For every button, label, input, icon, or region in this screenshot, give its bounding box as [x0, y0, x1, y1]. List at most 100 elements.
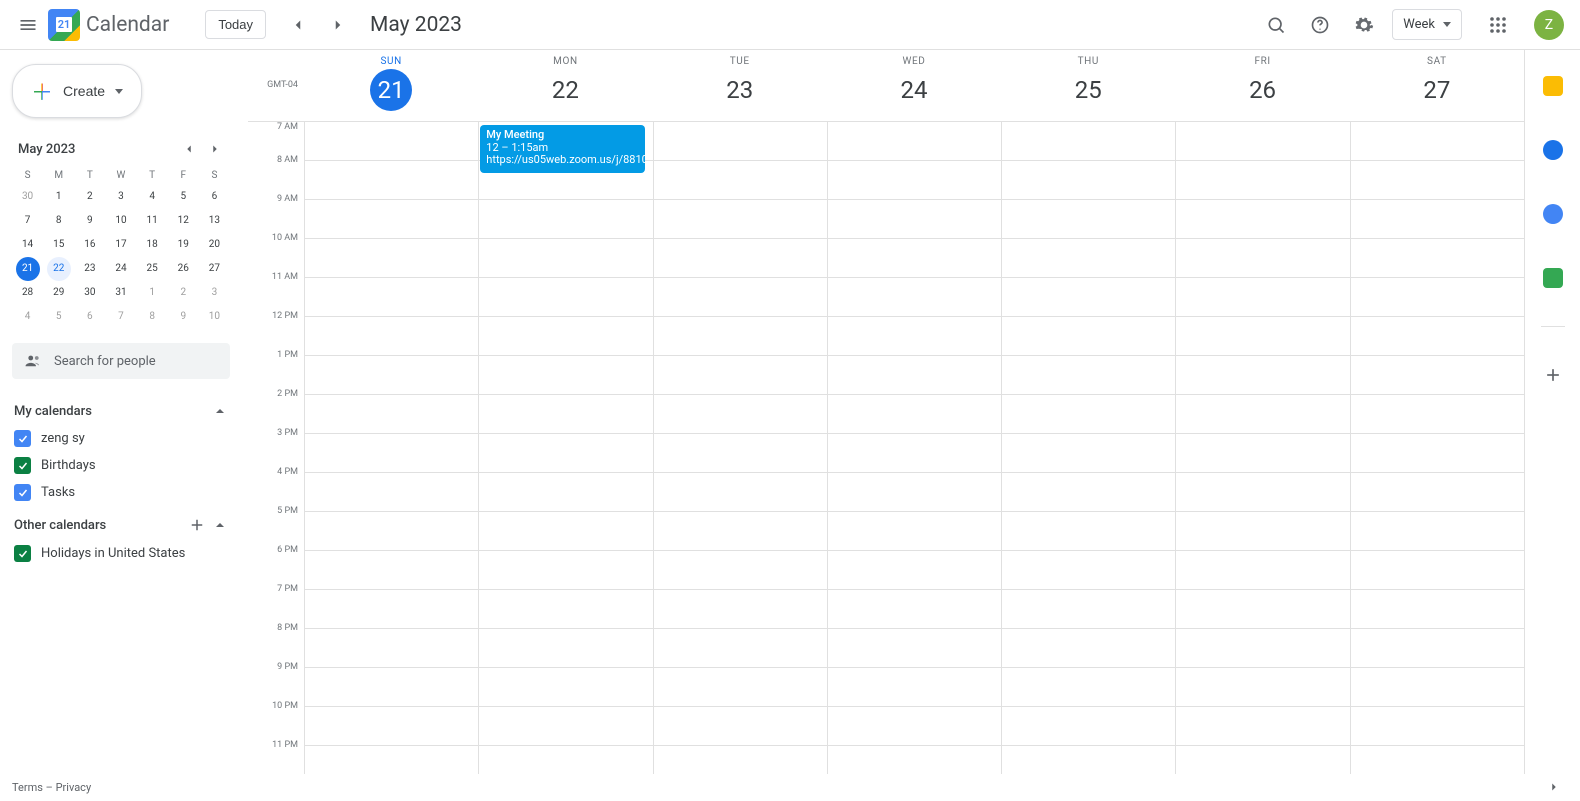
hour-cell[interactable]	[1351, 707, 1524, 746]
hour-cell[interactable]	[828, 200, 1001, 239]
mini-day-cell[interactable]: 14	[16, 233, 40, 257]
hour-cell[interactable]	[654, 395, 827, 434]
hour-cell[interactable]	[1176, 512, 1349, 551]
hour-cell[interactable]	[479, 707, 652, 746]
my-calendars-header[interactable]: My calendars	[12, 393, 230, 425]
hour-cell[interactable]	[1351, 395, 1524, 434]
calendar-item[interactable]: Birthdays	[12, 452, 230, 479]
account-avatar[interactable]: Z	[1534, 10, 1564, 40]
hour-cell[interactable]	[305, 434, 478, 473]
calendar-item[interactable]: Holidays in United States	[12, 540, 230, 567]
hour-cell[interactable]	[479, 512, 652, 551]
mini-day-cell[interactable]: 5	[47, 305, 71, 329]
day-column[interactable]	[304, 122, 478, 774]
mini-day-cell[interactable]: 10	[202, 305, 226, 329]
hour-cell[interactable]	[828, 395, 1001, 434]
create-button[interactable]: ＋ Create	[12, 64, 142, 118]
hour-cell[interactable]	[479, 395, 652, 434]
week-grid[interactable]: 7 AM8 AM9 AM10 AM11 AM12 PM1 PM2 PM3 PM4…	[248, 122, 1524, 774]
hour-cell[interactable]	[305, 161, 478, 200]
week-day-number[interactable]: 22	[544, 69, 586, 111]
mini-day-cell[interactable]: 19	[171, 233, 195, 257]
week-day-number[interactable]: 26	[1242, 69, 1284, 111]
hour-cell[interactable]	[305, 707, 478, 746]
week-day-number[interactable]: 23	[719, 69, 761, 111]
calendar-checkbox[interactable]	[14, 430, 31, 447]
day-column[interactable]	[827, 122, 1001, 774]
week-day-header[interactable]: SUN21	[304, 50, 478, 121]
hour-cell[interactable]	[1351, 473, 1524, 512]
hour-cell[interactable]	[1351, 278, 1524, 317]
hour-cell[interactable]	[1351, 161, 1524, 200]
hour-cell[interactable]	[1176, 278, 1349, 317]
hour-cell[interactable]	[654, 122, 827, 161]
rail-maps-button[interactable]	[1533, 258, 1573, 298]
mini-day-cell[interactable]: 5	[171, 185, 195, 209]
hour-cell[interactable]	[305, 668, 478, 707]
calendar-checkbox[interactable]	[14, 545, 31, 562]
hour-cell[interactable]	[305, 200, 478, 239]
hour-cell[interactable]	[1002, 707, 1175, 746]
hour-cell[interactable]	[654, 551, 827, 590]
mini-day-cell[interactable]: 25	[140, 257, 164, 281]
mini-day-cell[interactable]: 24	[109, 257, 133, 281]
hour-cell[interactable]	[1176, 317, 1349, 356]
week-day-number[interactable]: 27	[1416, 69, 1458, 111]
week-day-header[interactable]: THU25	[1001, 50, 1175, 121]
hour-cell[interactable]	[1176, 395, 1349, 434]
mini-day-cell[interactable]: 30	[16, 185, 40, 209]
hour-cell[interactable]	[654, 746, 827, 774]
hour-cell[interactable]	[1176, 590, 1349, 629]
hour-cell[interactable]	[1002, 161, 1175, 200]
hour-cell[interactable]	[479, 746, 652, 774]
hour-cell[interactable]	[479, 434, 652, 473]
hour-cell[interactable]	[479, 356, 652, 395]
hour-cell[interactable]	[479, 551, 652, 590]
hour-cell[interactable]	[1002, 746, 1175, 774]
mini-day-cell[interactable]: 8	[140, 305, 164, 329]
other-calendars-header[interactable]: Other calendars	[12, 506, 230, 540]
calendar-item[interactable]: zeng sy	[12, 425, 230, 452]
hour-cell[interactable]	[654, 473, 827, 512]
hour-cell[interactable]	[1351, 200, 1524, 239]
hour-cell[interactable]	[305, 122, 478, 161]
hour-cell[interactable]	[305, 629, 478, 668]
hour-cell[interactable]	[654, 278, 827, 317]
mini-day-cell[interactable]: 20	[202, 233, 226, 257]
privacy-link[interactable]: Privacy	[56, 781, 92, 794]
week-grid-scroll[interactable]: 7 AM8 AM9 AM10 AM11 AM12 PM1 PM2 PM3 PM4…	[248, 122, 1524, 774]
today-button[interactable]: Today	[205, 10, 266, 39]
week-day-header[interactable]: FRI26	[1175, 50, 1349, 121]
hour-cell[interactable]	[479, 239, 652, 278]
mini-day-cell[interactable]: 18	[140, 233, 164, 257]
hour-cell[interactable]	[1002, 200, 1175, 239]
hour-cell[interactable]	[1351, 356, 1524, 395]
hour-cell[interactable]	[1176, 161, 1349, 200]
hour-cell[interactable]	[305, 395, 478, 434]
mini-day-cell[interactable]: 6	[202, 185, 226, 209]
hour-cell[interactable]	[828, 551, 1001, 590]
day-column[interactable]	[1175, 122, 1349, 774]
mini-day-cell[interactable]: 27	[202, 257, 226, 281]
hour-cell[interactable]	[479, 200, 652, 239]
hour-cell[interactable]	[479, 590, 652, 629]
hour-cell[interactable]	[1002, 590, 1175, 629]
hour-cell[interactable]	[654, 356, 827, 395]
mini-day-cell[interactable]: 26	[171, 257, 195, 281]
mini-day-cell[interactable]: 22	[47, 257, 71, 281]
mini-day-cell[interactable]: 23	[78, 257, 102, 281]
week-day-header[interactable]: SAT27	[1350, 50, 1524, 121]
hour-cell[interactable]	[305, 317, 478, 356]
google-apps-button[interactable]	[1478, 5, 1518, 45]
hour-cell[interactable]	[654, 590, 827, 629]
calendar-event[interactable]: My Meeting12 – 1:15amhttps://us05web.zoo…	[480, 125, 644, 173]
hour-cell[interactable]	[654, 512, 827, 551]
mini-day-cell[interactable]: 17	[109, 233, 133, 257]
mini-prev-month[interactable]	[176, 136, 202, 162]
hour-cell[interactable]	[1351, 434, 1524, 473]
rail-addons-button[interactable]	[1533, 355, 1573, 395]
rail-tasks-button[interactable]	[1533, 130, 1573, 170]
hour-cell[interactable]	[1176, 239, 1349, 278]
plus-icon[interactable]	[188, 516, 206, 534]
hour-cell[interactable]	[1002, 434, 1175, 473]
